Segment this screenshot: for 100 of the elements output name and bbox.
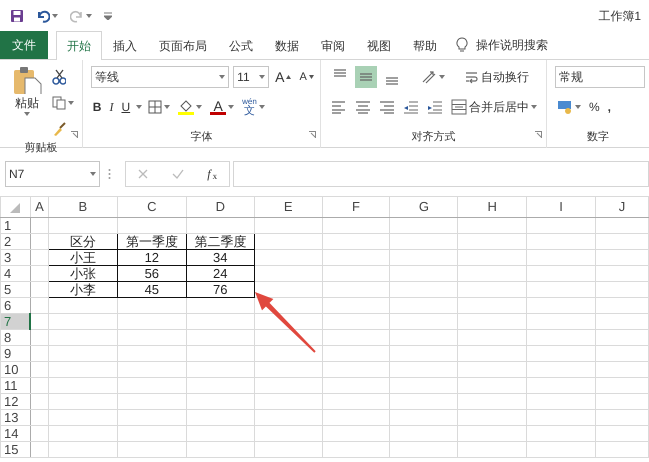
- column-header[interactable]: I: [526, 196, 596, 218]
- group-label: 数字: [587, 130, 609, 144]
- caret-icon: [68, 101, 74, 105]
- ribbon-tab[interactable]: 帮助: [402, 31, 448, 59]
- increase-indent-icon: [426, 100, 443, 114]
- angled-text-icon: [420, 70, 437, 84]
- column-header[interactable]: D: [186, 196, 254, 218]
- row-header[interactable]: 15: [0, 442, 30, 458]
- wrap-text-button[interactable]: 自动换行: [462, 66, 531, 88]
- column-header[interactable]: C: [117, 196, 186, 218]
- row-header[interactable]: 8: [0, 330, 30, 346]
- column-header[interactable]: H: [458, 196, 527, 218]
- close-icon: [138, 169, 148, 179]
- merge-icon: [450, 99, 467, 115]
- paste-button[interactable]: 粘贴: [8, 66, 46, 120]
- bottom-align-icon: [384, 77, 400, 85]
- caret-icon: [196, 105, 202, 109]
- table-cell: 24: [186, 266, 254, 282]
- dialog-launcher-icon: [535, 131, 542, 138]
- check-icon: [172, 169, 184, 179]
- bold-button[interactable]: B: [90, 96, 104, 118]
- percent-button[interactable]: %: [587, 96, 602, 118]
- brush-icon: [52, 122, 66, 136]
- row-header[interactable]: 11: [0, 378, 30, 394]
- caret-icon: [90, 172, 96, 176]
- undo-icon: [36, 9, 50, 23]
- ribbon-tab[interactable]: 视图: [356, 31, 402, 59]
- grow-font-button[interactable]: A: [273, 66, 294, 88]
- caret-icon: [86, 14, 92, 18]
- table-cell: 45: [117, 282, 186, 298]
- file-tab[interactable]: 文件: [0, 31, 48, 59]
- row-header[interactable]: 13: [0, 410, 30, 426]
- table-cell: 34: [186, 250, 254, 266]
- row-header[interactable]: 12: [0, 394, 30, 410]
- italic-button[interactable]: I: [107, 96, 116, 118]
- table-cell: 第二季度: [186, 234, 254, 250]
- dialog-launcher-icon: [70, 131, 78, 138]
- scissors-icon: [52, 69, 66, 85]
- caret-icon: [136, 105, 142, 109]
- caret-icon: [575, 105, 581, 109]
- group-label: 剪贴板: [24, 140, 58, 156]
- group-label: 对齐方式: [411, 130, 456, 144]
- comma-button[interactable]: ,: [606, 96, 614, 118]
- caret-icon: [164, 105, 170, 109]
- caret-icon: [258, 105, 265, 109]
- middle-align-icon: [358, 73, 374, 81]
- caret-icon: [219, 75, 226, 79]
- row-header[interactable]: 5: [0, 282, 30, 298]
- column-header[interactable]: F: [322, 196, 390, 218]
- column-header[interactable]: E: [254, 196, 322, 218]
- insert-function-button[interactable]: f$_{x}$: [205, 163, 220, 185]
- formula-input[interactable]: [233, 161, 649, 187]
- row-header[interactable]: 9: [0, 346, 30, 362]
- caret-icon: [52, 14, 58, 18]
- underline-button[interactable]: U: [119, 96, 132, 118]
- clipboard-icon: [12, 66, 42, 94]
- arrow: [255, 292, 316, 353]
- column-header[interactable]: A: [30, 196, 48, 218]
- window-title: 工作簿1: [598, 8, 641, 25]
- redo-icon: [70, 9, 84, 23]
- top-align-icon: [332, 69, 348, 77]
- merge-center-button[interactable]: 合并后居中: [448, 96, 539, 118]
- caret-icon: [438, 75, 445, 79]
- vertical-align-button[interactable]: [354, 66, 377, 88]
- search-field[interactable]: 操作说明搜索: [476, 36, 548, 54]
- ribbon-tab[interactable]: 数据: [264, 31, 310, 59]
- lightbulb-icon: [456, 37, 468, 53]
- ribbon-tab[interactable]: 插入: [102, 31, 148, 59]
- shrink-font-button[interactable]: A: [297, 66, 316, 88]
- ribbon-tab[interactable]: 开始: [56, 31, 102, 60]
- fill-bucket-icon: [178, 99, 194, 115]
- number-format-dropdown[interactable]: 常规: [555, 66, 645, 88]
- row-header[interactable]: 1: [0, 218, 30, 234]
- currency-icon: [557, 100, 573, 114]
- row-header[interactable]: 10: [0, 362, 30, 378]
- ribbon-tab[interactable]: 页面布局: [148, 31, 218, 59]
- font-color-button[interactable]: A: [208, 96, 236, 118]
- font-size-dropdown[interactable]: 11: [233, 66, 270, 88]
- row-header[interactable]: 2: [0, 234, 30, 250]
- select-all-icon: [10, 202, 20, 213]
- ribbon-tab[interactable]: 审阅: [310, 31, 356, 59]
- table-cell: 第一季度: [117, 234, 186, 250]
- font-name-dropdown[interactable]: 等线: [90, 66, 230, 88]
- align-right-icon: [378, 100, 395, 114]
- name-box[interactable]: N7: [5, 161, 100, 187]
- table-cell: 小李: [48, 282, 118, 298]
- row-header[interactable]: 7: [0, 314, 30, 330]
- column-header[interactable]: B: [48, 196, 118, 218]
- phonetic-button[interactable]: wén 文: [240, 96, 267, 118]
- copy-icon: [52, 96, 66, 110]
- row-header[interactable]: 14: [0, 426, 30, 442]
- ribbon-tab[interactable]: 公式: [218, 31, 264, 59]
- column-header[interactable]: J: [596, 196, 648, 218]
- column-header[interactable]: G: [390, 196, 458, 218]
- row-header[interactable]: 4: [0, 266, 30, 282]
- table-cell: 小张: [48, 266, 118, 282]
- table-cell: 76: [186, 282, 254, 298]
- table-cell: 区分: [48, 234, 118, 250]
- borders-icon: [148, 100, 162, 114]
- row-header[interactable]: 3: [0, 250, 30, 266]
